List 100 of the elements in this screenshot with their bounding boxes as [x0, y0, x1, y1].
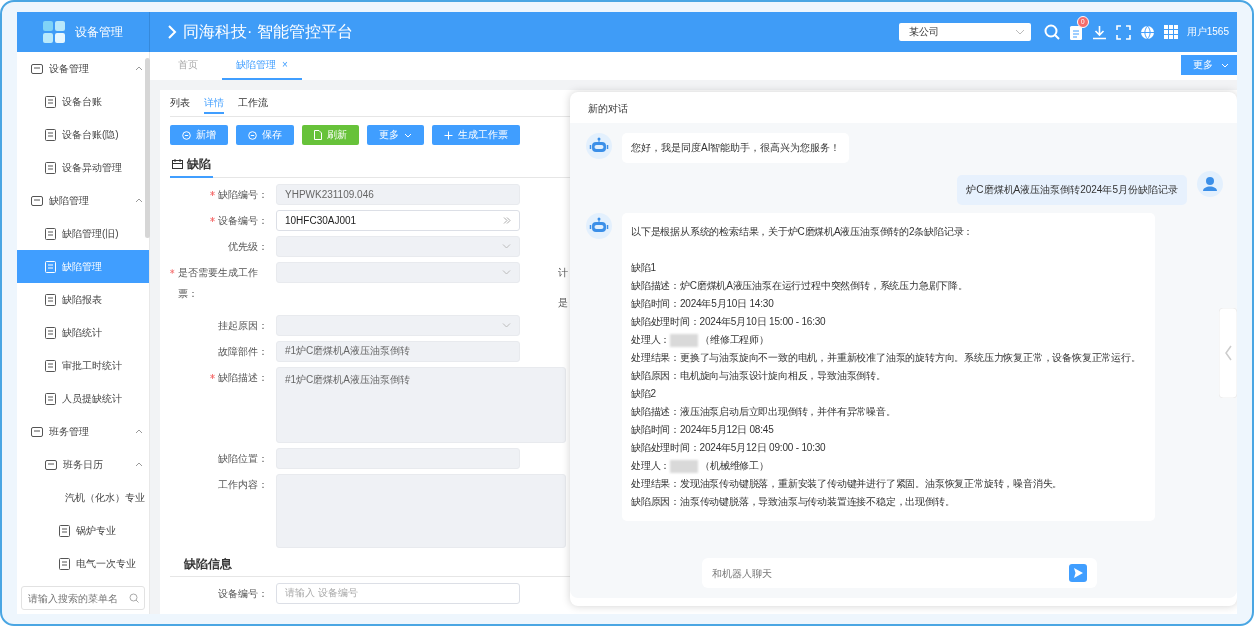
calendar-icon	[172, 159, 183, 169]
collapse-handle[interactable]	[1219, 308, 1237, 398]
plus-icon	[444, 130, 453, 140]
field-label: 设备编号：	[218, 213, 268, 228]
message-text: 缺陷1	[631, 261, 657, 275]
sidebar-item[interactable]: 班务管理	[17, 415, 149, 448]
document-icon	[45, 161, 56, 174]
message-text: 缺陷描述：炉C磨煤机A液压油泵在运行过程中突然倒转，系统压力急剧下降。	[631, 279, 969, 293]
sidebar-item[interactable]: 班务日历	[17, 448, 149, 481]
message-text: 以下是根据从系统的检索结果，关于炉C磨煤机A液压油泵倒转的2条缺陷记录：	[631, 225, 975, 239]
sidebar-item[interactable]: 缺陷管理(旧)	[17, 217, 149, 250]
field-label: 故障部件：	[218, 344, 268, 359]
platform-title: 同海科技· 智能管控平台	[183, 21, 353, 42]
chevron-right-icon	[168, 25, 177, 39]
logo-icon	[43, 21, 65, 43]
message-text: 缺陷处理时间：2024年5月12日 09:00 - 10:30	[631, 441, 827, 455]
document-icon	[45, 293, 56, 306]
caret-icon	[1014, 29, 1025, 35]
caret-icon	[502, 269, 511, 275]
grid-icon[interactable]	[1163, 25, 1178, 39]
message-text: 缺陷处理时间：2024年5月10日 15:00 - 16:30	[631, 315, 827, 329]
robot-avatar-icon	[586, 133, 612, 159]
chat-title: 新的对话	[587, 102, 629, 116]
folder-icon	[31, 426, 43, 437]
sidebar-item[interactable]: 人员提缺统计	[17, 382, 149, 415]
view-tab[interactable]: 工作流	[238, 96, 268, 114]
message-text: 处理结果：发现油泵传动键脱落，重新安装了传动键并进行了紧固。油泵恢复正常旋转，噪音消失。	[631, 477, 1064, 491]
app-name: 设备管理	[75, 23, 123, 41]
sidebar-item[interactable]: 审批工时统计	[17, 349, 149, 382]
field-label: 缺陷位置：	[218, 451, 268, 466]
message-text: （机械维修工）	[700, 459, 769, 473]
sidebar-item[interactable]: 缺陷报表	[17, 283, 149, 316]
field-label: 挂起原因：	[218, 318, 268, 333]
section-title: 缺陷	[187, 155, 211, 173]
caret-icon	[502, 322, 511, 328]
sidebar-item[interactable]: 设备异动管理	[17, 151, 149, 184]
fullscreen-icon[interactable]	[1115, 24, 1131, 40]
field-label: 是否需要生成工作票：	[177, 265, 259, 301]
company-select[interactable]: 某公司	[898, 23, 1031, 41]
search-icon[interactable]	[1043, 24, 1060, 40]
sidebar-item[interactable]: 缺陷统计	[17, 316, 149, 349]
sidebar-item[interactable]: 设备台账(隐)	[17, 118, 149, 151]
message-text: 缺陷描述：液压油泵启动后立即出现倒转，并伴有异常噪音。	[631, 405, 897, 419]
view-tab[interactable]: 列表	[170, 96, 190, 114]
field-label: 工作内容：	[218, 477, 268, 492]
document-icon	[45, 392, 56, 405]
folder-icon	[31, 63, 43, 74]
message-text: 缺陷原因：电机旋向与油泵设计旋向相反，导致油泵倒转。	[631, 369, 887, 383]
user-avatar-icon	[1197, 171, 1223, 197]
sidebar-item[interactable]: 汽机（化水）专业	[17, 481, 149, 514]
minus-circle-icon	[248, 130, 257, 140]
globe-icon[interactable]	[1139, 24, 1155, 40]
sidebar-item[interactable]: 设备台账	[17, 85, 149, 118]
sidebar-item[interactable]: 电气一次专业	[17, 547, 149, 580]
document-icon	[45, 95, 56, 108]
send-button-icon[interactable]	[1069, 564, 1087, 582]
message-text: 您好，我是同度AI智能助手，很高兴为您服务！	[631, 141, 841, 155]
message-text: 处理结果：更换了与油泵旋向不一致的电机，并重新校准了油泵的旋转方向。系统压力恢复正常，设备恢复正常运行。	[631, 351, 1142, 365]
message-text: 缺陷时间：2024年5月12日 08:45	[631, 423, 775, 437]
caret-icon	[502, 243, 511, 249]
redacted-mark	[670, 459, 699, 473]
sidebar-item[interactable]: 锅炉专业	[17, 514, 149, 547]
menu-search-field[interactable]: 请输入搜索的菜单名	[21, 586, 145, 610]
field-label: 设备编号：	[218, 586, 268, 601]
field-label: 是	[558, 295, 568, 310]
message-text: 处理人：	[631, 459, 671, 473]
field-label: 缺陷编号：	[218, 187, 268, 202]
input-field[interactable]: 10HFC30AJ001	[276, 209, 520, 231]
caret-icon	[1221, 62, 1229, 68]
message-text: 缺陷时间：2024年5月10日 14:30	[631, 297, 775, 311]
document-icon	[45, 326, 56, 339]
search-icon	[129, 593, 139, 603]
chat-input-field[interactable]: 和机器人聊天	[702, 558, 1097, 588]
section-title: 缺陷信息	[184, 556, 232, 571]
download-icon[interactable]	[1091, 24, 1107, 40]
clipboard-icon[interactable]	[1068, 23, 1083, 41]
caret-icon	[404, 132, 412, 138]
sidebar-item[interactable]: 缺陷管理	[17, 184, 149, 217]
robot-avatar-icon	[586, 213, 612, 239]
field-label: 缺陷描述：	[218, 370, 268, 385]
folder-icon	[45, 459, 57, 470]
document-icon	[59, 524, 70, 537]
folder-icon	[31, 195, 43, 206]
field-label: 计	[558, 265, 568, 280]
message-text: 处理人：	[631, 333, 671, 347]
document-icon	[59, 557, 70, 570]
minus-circle-icon	[182, 130, 191, 140]
document-icon	[45, 359, 56, 372]
document-icon	[314, 130, 322, 140]
redacted-mark	[670, 333, 699, 347]
message-text: 缺陷2	[631, 387, 657, 401]
document-icon	[45, 128, 56, 141]
message-text: 炉C磨煤机A液压油泵倒转2024年5月份缺陷记录	[966, 183, 1178, 197]
field-label: 优先级：	[228, 239, 268, 254]
message-text: （维修工程师）	[700, 333, 769, 347]
document-icon	[45, 227, 56, 240]
double-chevron-icon	[503, 216, 511, 224]
sidebar-item[interactable]: 设备管理	[17, 52, 149, 85]
message-text: 缺陷原因：油泵传动键脱落，导致油泵与传动装置连接不稳定，出现倒转。	[631, 495, 956, 509]
document-icon	[45, 260, 56, 273]
